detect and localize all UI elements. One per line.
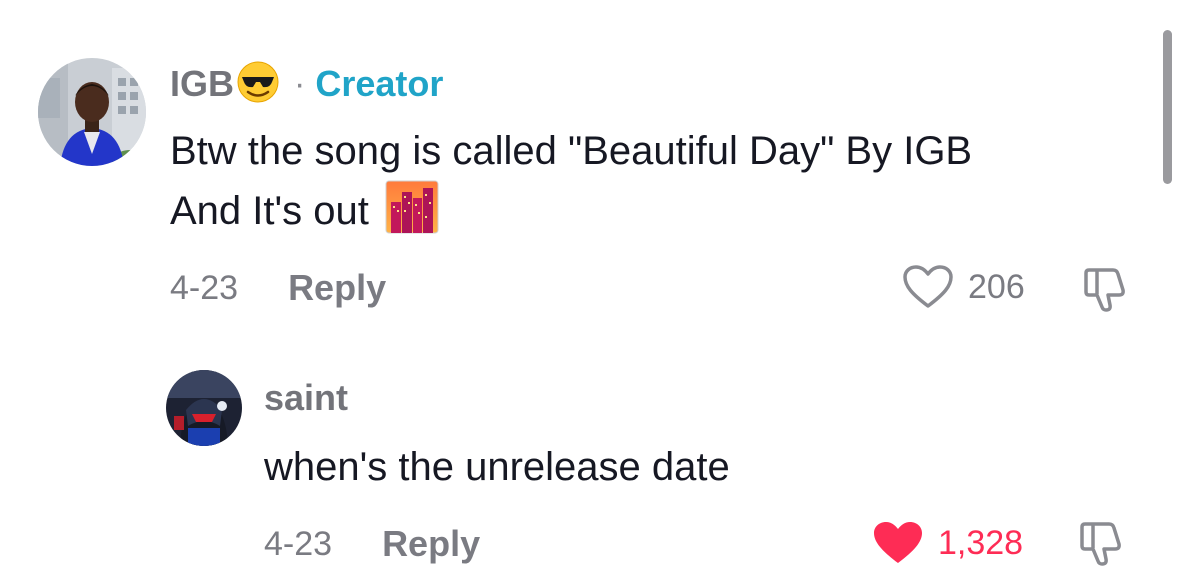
avatar-saint[interactable]	[166, 370, 242, 446]
dislike-icon[interactable]	[1076, 518, 1128, 575]
separator-dot: ·	[294, 64, 306, 103]
username[interactable]: saint	[264, 377, 348, 419]
comment-text-line-2-text: And It's out	[170, 189, 369, 233]
smiling-face-with-sunglasses-icon	[236, 60, 280, 109]
city-sunset-icon	[385, 180, 439, 250]
comment-text-line: Btw the song is called "Beautiful Day" B…	[170, 129, 973, 173]
avatar-igb[interactable]	[38, 58, 146, 166]
scrollbar[interactable]	[1163, 30, 1172, 184]
comment-meta: 4-23 Reply	[170, 267, 386, 309]
comment-text-line-2: And It's out	[170, 180, 972, 250]
heart-outline-icon[interactable]	[902, 264, 954, 310]
reply-button[interactable]: Reply	[382, 523, 480, 565]
dislike-icon[interactable]	[1080, 264, 1132, 321]
like-group-liked: 1,328	[872, 520, 1023, 566]
reply-text-line: when's the unrelease date	[264, 445, 730, 489]
reply-header: saint	[264, 376, 348, 420]
comment-date: 4-23	[264, 524, 333, 563]
creator-badge: Creator	[315, 63, 444, 104]
comment-text: Btw the song is called "Beautiful Day" B…	[170, 122, 972, 250]
comment-header: IGB · Creator	[170, 60, 444, 109]
reply-button[interactable]: Reply	[288, 267, 386, 309]
like-group: 206	[902, 264, 1025, 310]
heart-filled-icon[interactable]	[872, 520, 924, 566]
like-count: 1,328	[938, 523, 1024, 562]
like-count: 206	[968, 267, 1025, 306]
reply-meta: 4-23 Reply	[264, 523, 480, 565]
reply-text: when's the unrelease date	[264, 438, 730, 496]
comment-date: 4-23	[170, 268, 239, 307]
username[interactable]: IGB	[170, 63, 234, 105]
